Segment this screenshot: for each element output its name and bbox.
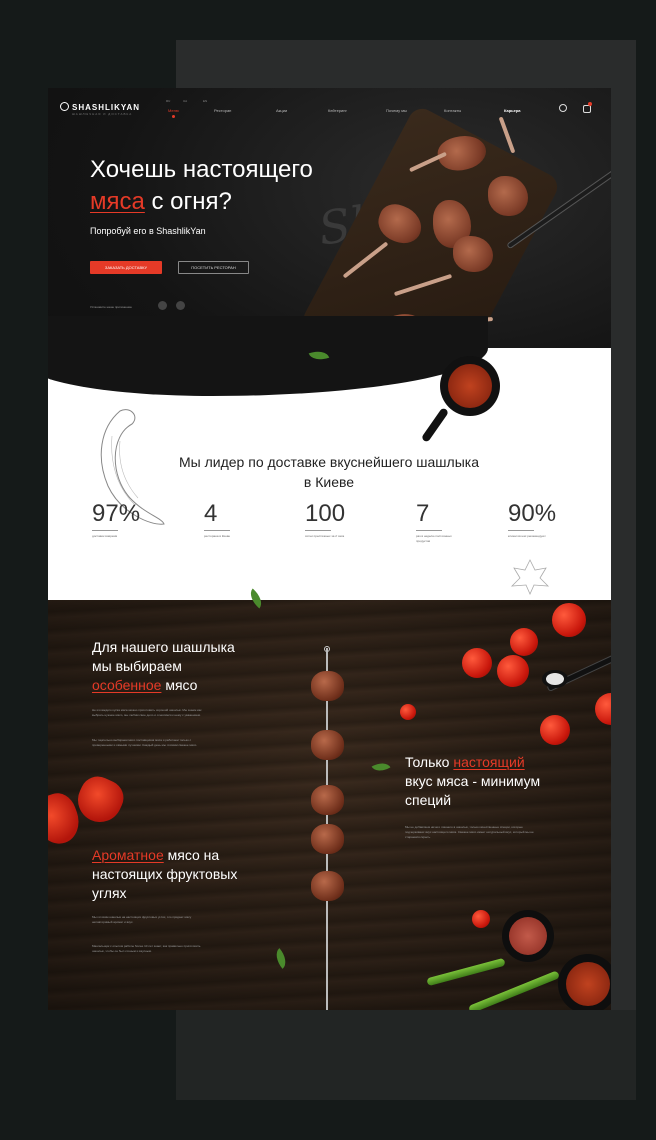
sauce-pan-image [440,356,500,416]
stat-item: 4 ресторана в Киеве [204,501,252,539]
cherry-tomato-image [552,603,586,637]
stat-divider [508,530,534,531]
stat-divider [204,530,230,531]
visit-restaurant-button[interactable]: ПОСЕТИТЬ РЕСТОРАН [178,261,249,274]
kebab-chunk-image [311,871,344,901]
fruit-coals-text: Мы готовим шашлык на настоящих фруктовых… [92,915,192,924]
stat-label: раз в неделю постоянных продуктов [416,534,452,543]
cherry-tomato-image [462,648,492,678]
logo[interactable]: SHASHLIKYAN [60,102,140,112]
hero-subtitle: Попробуй его в ShashlikYan [90,226,206,236]
stat-divider [92,530,118,531]
sauce-bowl-image [558,954,611,1010]
lang-ru[interactable]: RU [166,99,170,103]
lamb-rack-image [488,176,528,216]
meat-selection-text: Не из каждого куска мяса можно приготови… [92,708,202,717]
kebab-chunk-image [311,824,344,854]
stat-item: 90% клиентов нас рекомендуют [508,501,556,539]
apple-icon[interactable] [158,301,167,310]
background-panel-bottom [176,1010,636,1100]
cart-icon[interactable] [583,105,591,113]
cherry-tomato-image [510,628,538,656]
stat-value: 4 [204,500,218,527]
order-delivery-button[interactable]: ЗАКАЗАТЬ ДОСТАВКУ [90,261,162,274]
lang-en[interactable]: EN [203,99,207,103]
stat-label: доставок вовремя [92,534,118,538]
stat-value: 7 [416,500,430,527]
stat-value: 97% [92,500,141,527]
stat-divider [305,530,331,531]
stat-value: 90% [508,500,557,527]
cart-badge [588,102,592,106]
nav-item-why-us[interactable]: Почему мы [386,108,407,113]
fruit-coals-heading: Ароматное мясо на настоящих фруктовых уг… [92,847,238,901]
stat-label: сотни престижных за 2 часа [305,534,345,538]
cherry-tomato-image [497,655,529,687]
meat-selection-heading: Для нашего шашлыка мы выбираем особенное… [92,639,235,693]
salt-spoon-image [542,670,568,688]
stat-label: клиентов нас рекомендуют [508,534,546,538]
cherry-tomato-image [540,715,570,745]
top-nav: SHASHLIKYAN ШАШЛЫЧНАЯ И ДОСТАВКА RU UA E… [48,88,611,128]
nav-item-career[interactable]: Карьера [504,108,521,113]
fruit-coals-text-2: Мангальщик с опытом работы более 10 лет … [92,944,201,953]
nav-item-promotions[interactable]: Акции [276,108,287,113]
logo-tagline: ШАШЛЫЧНАЯ И ДОСТАВКА [72,112,133,116]
google-play-icon[interactable] [176,301,185,310]
real-taste-text: Мы не добавляем ничего лишнего в шашлык,… [405,825,534,839]
lamb-rack-image [453,236,493,272]
hero-title: Хочешь настоящего мяса с огня? [90,156,313,215]
stat-item: 100 сотни престижных за 2 часа [305,501,353,539]
stat-label: ресторана в Киеве [204,534,231,538]
lang-ua[interactable]: UA [183,99,187,103]
page-mockup: Shashlik SHASHLIKYAN ШАШЛЫЧНАЯ И ДОСТАВК… [48,88,611,1010]
logo-icon [60,102,69,111]
active-indicator [172,115,175,118]
app-promo-text: Установите наше приложение [90,305,132,309]
nav-item-restaurant[interactable]: Ресторан [214,108,231,113]
user-icon[interactable] [559,104,567,112]
nav-item-menu[interactable]: Меню [168,108,179,113]
stat-item: 97% доставок вовремя [92,501,140,539]
spice-bowl-image [502,910,554,962]
meat-selection-text-2: Мы тщательно выбираем мясо поставщиков м… [92,738,198,747]
kebab-chunk-image [311,730,344,760]
stat-item: 7 раз в неделю постоянных продуктов [416,501,464,544]
leaf-sketch-icon [510,559,550,595]
real-taste-heading: Только настоящий вкус мяса - минимум спе… [405,754,541,808]
kebab-chunk-image [311,671,344,701]
stat-divider [416,530,442,531]
nav-item-contacts[interactable]: Контакты [444,108,461,113]
nav-item-catering[interactable]: Кейтеринг [328,108,347,113]
stats-lead-text: Мы лидер по доставке вкуснейшего шашлыка… [179,454,479,490]
hero-title-accent: мяса [90,188,145,215]
cherry-tomato-image [400,704,416,720]
stat-value: 100 [305,500,346,527]
cherry-tomato-image [472,910,490,928]
kebab-chunk-image [311,785,344,815]
